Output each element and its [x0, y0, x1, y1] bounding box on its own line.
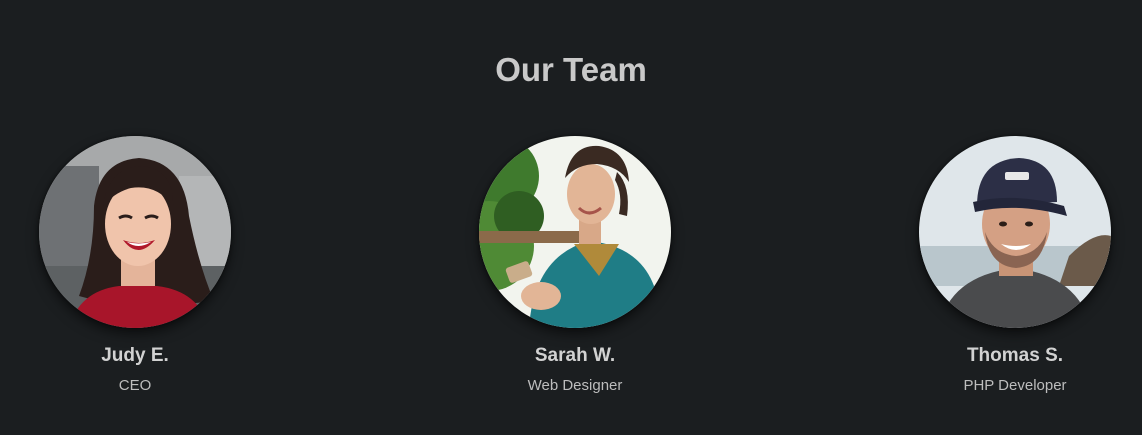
member-name: Thomas S.: [966, 345, 1064, 366]
section-title: Our Team: [495, 51, 647, 88]
member-role: PHP Developer: [963, 377, 1067, 394]
team-section: Our Team Judy E. CEO Sarah W. Web Design…: [0, 0, 1142, 435]
member-role: CEO: [118, 377, 152, 394]
member-photo: [479, 136, 671, 328]
team-member-card: Thomas S. PHP Developer: [915, 136, 1115, 395]
member-role: Web Designer: [527, 377, 623, 394]
team-member-card: Sarah W. Web Designer: [475, 136, 675, 395]
member-photo: [39, 136, 231, 328]
member-name: Sarah W.: [534, 345, 616, 366]
member-name: Judy E.: [101, 345, 169, 366]
team-member-card: Judy E. CEO: [35, 136, 235, 395]
member-photo: [919, 136, 1111, 328]
